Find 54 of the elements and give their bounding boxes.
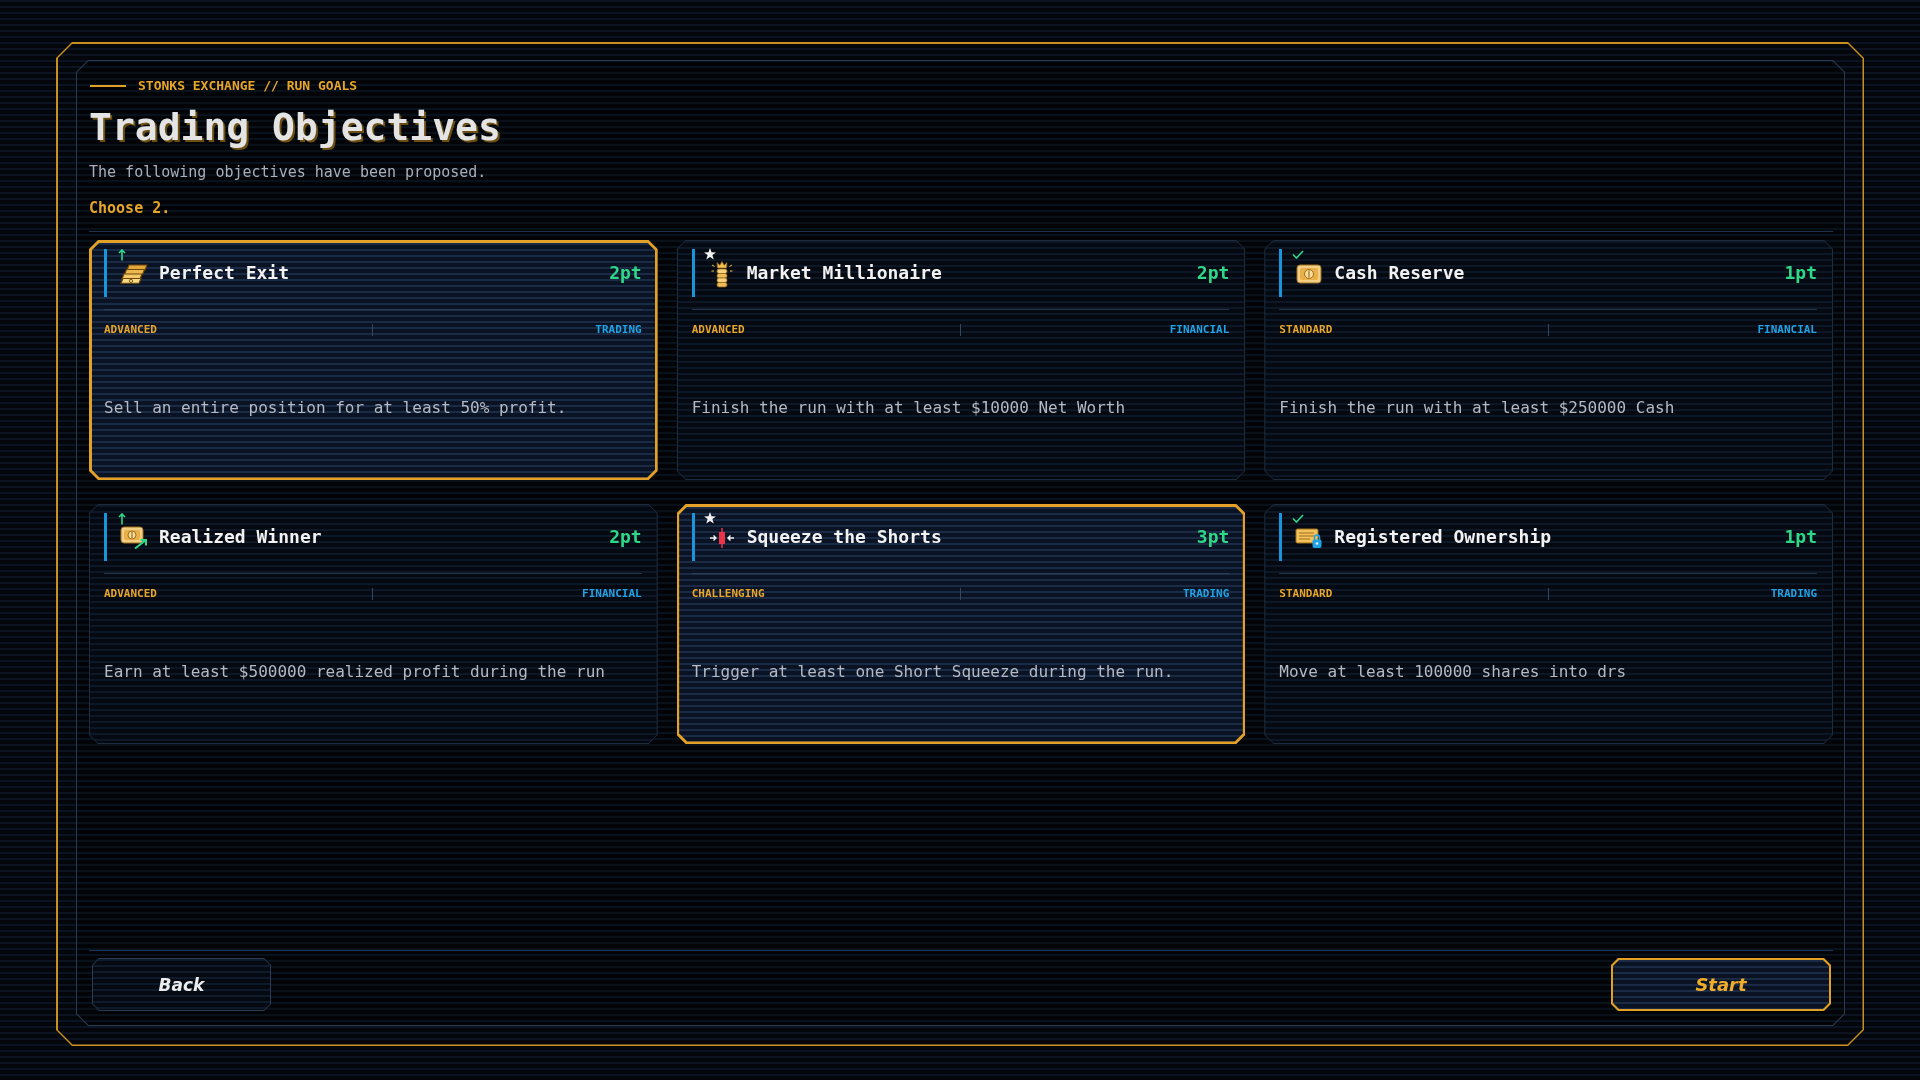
points-label: 2pt: [609, 261, 642, 285]
points-label: 2pt: [1196, 261, 1230, 285]
objective-title: Market Millionaire: [746, 261, 942, 285]
difficulty-label: ADVANCED: [691, 322, 745, 338]
objective-title: Cash Reserve: [1334, 261, 1465, 285]
check-icon: [1292, 250, 1305, 259]
category-label: TRADING: [1182, 586, 1230, 602]
objective-card[interactable]: Perfect Exit 2pt ADVANCED TRADING Sell an entire position for at least 50% profit.: [89, 240, 658, 480]
objective-title: Perfect Exit: [159, 261, 290, 285]
star-icon: [703, 248, 716, 260]
objective-title: Squeeze the Shorts: [746, 525, 942, 549]
objective-card[interactable]: Registered Ownership 1pt STANDARD TRADING Move at least 100000 shares into drs: [1264, 504, 1833, 744]
instruction-text: Choose 2.: [89, 198, 171, 218]
document-lock-icon: [1295, 527, 1324, 549]
objective-title: Realized Winner: [159, 525, 322, 549]
objective-card[interactable]: Realized Winner 2pt ADVANCED FINANCIAL Earn at least $500000 realized profit during the run: [89, 504, 658, 744]
difficulty-label: CHALLENGING: [691, 586, 765, 602]
category-label: FINANCIAL: [582, 586, 642, 602]
difficulty-label: STANDARD: [1279, 322, 1333, 338]
page-title: Trading Objectives: [89, 105, 502, 149]
objective-description: Finish the run with at least $10000 Net Worth: [691, 397, 1127, 419]
star-icon: [703, 512, 716, 524]
objective-card[interactable]: Squeeze the Shorts 3pt CHALLENGING TRADING Trigger at least one Short Squeeze during the run.: [676, 504, 1246, 744]
candlestick-arrows-icon: [708, 527, 735, 549]
subtitle-text: The following objectives have been proposed.: [89, 162, 488, 182]
difficulty-label: ADVANCED: [104, 322, 157, 338]
coin-stack-crown-icon: [710, 260, 733, 288]
objective-description: Trigger at least one Short Squeeze during the run.: [691, 661, 1175, 683]
banknote-stack-icon: [120, 264, 148, 284]
points-label: 3pt: [1196, 525, 1230, 549]
dollar-bill-icon: [1296, 264, 1323, 284]
category-label: TRADING: [595, 322, 642, 338]
objective-description: Finish the run with at least $250000 Cash: [1279, 397, 1676, 419]
back-button[interactable]: Back: [92, 958, 271, 1011]
up-arrow-icon: [118, 513, 126, 525]
category-label: TRADING: [1770, 586, 1817, 602]
up-arrow-icon: [118, 249, 126, 261]
dollar-bill-arrow-icon: [120, 526, 148, 550]
objective-card[interactable]: Cash Reserve 1pt STANDARD FINANCIAL Finish the run with at least $250000 Cash: [1264, 240, 1833, 480]
objective-description: Move at least 100000 shares into drs: [1279, 661, 1628, 683]
objective-description: Earn at least $500000 realized profit during the run: [104, 661, 606, 683]
objective-card[interactable]: Market Millionaire 2pt ADVANCED FINANCIAL Finish the run with at least $10000 Net Worth: [676, 240, 1246, 480]
category-label: FINANCIAL: [1757, 322, 1817, 338]
check-icon: [1292, 514, 1305, 523]
breadcrumb: STONKS EXCHANGE // RUN GOALS: [138, 78, 358, 94]
difficulty-label: ADVANCED: [104, 586, 157, 602]
difficulty-label: STANDARD: [1279, 586, 1333, 602]
objective-title: Registered Ownership: [1334, 525, 1552, 549]
start-button[interactable]: Start: [1611, 958, 1831, 1011]
category-label: FINANCIAL: [1169, 322, 1230, 338]
points-label: 1pt: [1784, 261, 1817, 285]
objective-description: Sell an entire position for at least 50% profit.: [104, 397, 568, 419]
points-label: 1pt: [1784, 525, 1817, 549]
points-label: 2pt: [609, 525, 642, 549]
